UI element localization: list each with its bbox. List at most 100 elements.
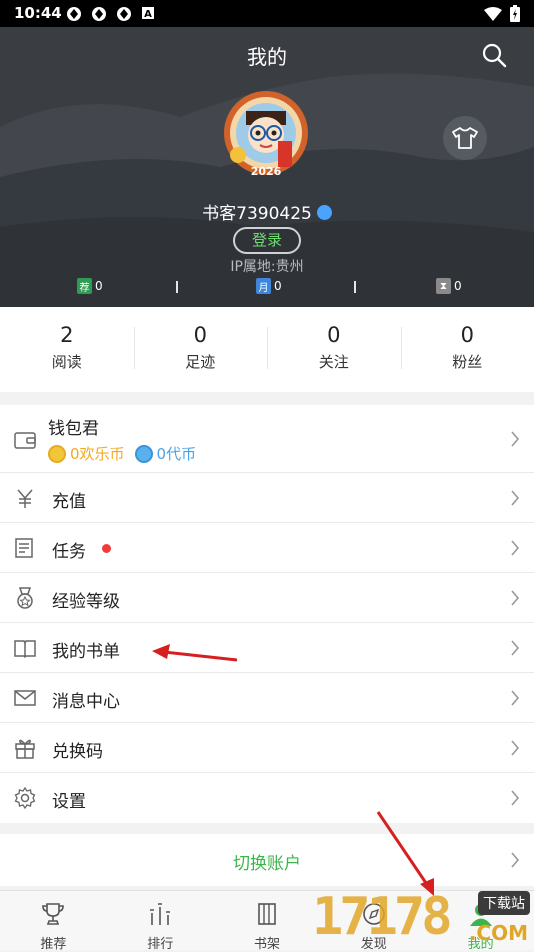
menu-item-experience-level[interactable]: 经验等级 [0, 573, 534, 623]
menu-item-settings[interactable]: 设置 [0, 773, 534, 823]
menu-item-redeem-code[interactable]: 兑换码 [0, 723, 534, 773]
avatar-year: 2026 [248, 165, 284, 178]
task-icon [14, 537, 36, 559]
dai-coin-icon [135, 445, 153, 463]
menu-label: 设置 [52, 787, 86, 812]
username-text: 书客7390425 [202, 204, 312, 224]
stat-label: 关注 [267, 351, 401, 372]
notification-icon [66, 6, 82, 22]
menu-label: 我的书单 [52, 637, 120, 662]
tab-recommend[interactable]: 推荐 [0, 891, 107, 950]
menu-label: 兑换码 [52, 737, 103, 762]
divider [354, 281, 356, 293]
notification-icon: A [141, 6, 155, 20]
menu-label: 钱包君 [48, 414, 99, 439]
gift-icon [14, 737, 36, 759]
joy-coin-balance: 0欢乐币 [70, 443, 125, 464]
watermark-domain: .COM [469, 921, 528, 945]
tab-ranking[interactable]: 排行 [107, 891, 214, 950]
username: 书客7390425 [0, 199, 534, 224]
svg-text:A: A [144, 9, 152, 20]
menu-label: 经验等级 [52, 587, 120, 612]
stats-row: 2 阅读 0 足迹 0 关注 0 粉丝 [0, 307, 534, 392]
stat-value: 2 [0, 323, 134, 347]
joy-coin-icon [48, 445, 66, 463]
watermark-text: 下载站 [478, 891, 530, 915]
monthly-ticket-icon: 月 [256, 278, 271, 294]
booklist-icon [14, 637, 36, 659]
ranking-icon [147, 901, 173, 927]
stat-value: 0 [267, 323, 401, 347]
tab-label: 排行 [107, 933, 214, 952]
tab-label: 书架 [214, 933, 321, 952]
menu-item-recharge[interactable]: 充值 [0, 473, 534, 523]
login-button[interactable]: 登录 [233, 227, 301, 254]
blade-ticket-count: 0 [454, 279, 462, 293]
recommend-ticket-icon: 荐 [77, 278, 92, 294]
notification-icon [116, 6, 132, 22]
wallet-balance: 0欢乐币 0代币 [48, 443, 196, 464]
notification-icons: A [66, 6, 155, 22]
monthly-ticket-count: 0 [274, 279, 282, 293]
gear-icon [14, 787, 36, 809]
profile-header: 我的 2026 书客7390425 登录 IP属地:贵州 荐 0 [0, 27, 534, 307]
chevron-right-icon [510, 490, 520, 506]
male-gender-icon [317, 205, 332, 220]
stat-value: 0 [134, 323, 268, 347]
chevron-right-icon [510, 431, 520, 447]
bookshelf-icon [254, 901, 280, 927]
tshirt-icon [452, 127, 478, 149]
stat-footprint[interactable]: 0 足迹 [134, 307, 268, 392]
medal-icon [14, 587, 36, 609]
status-right [484, 5, 520, 22]
yuan-icon [14, 487, 36, 509]
menu-label: 消息中心 [52, 687, 120, 712]
chevron-right-icon [510, 540, 520, 556]
recommend-ticket[interactable]: 荐 0 [77, 278, 103, 294]
chevron-right-icon [510, 640, 520, 656]
chevron-right-icon [510, 852, 520, 868]
ticket-row: 荐 0 月 0 ⧗ 0 [0, 278, 534, 296]
stat-following[interactable]: 0 关注 [267, 307, 401, 392]
blade-ticket-icon: ⧗ [436, 278, 451, 294]
menu-item-messages[interactable]: 消息中心 [0, 673, 534, 723]
stat-reading[interactable]: 2 阅读 [0, 307, 134, 392]
status-bar: 10:44 A [0, 0, 534, 27]
notification-icon [91, 6, 107, 22]
search-icon[interactable] [480, 41, 508, 69]
blade-ticket[interactable]: ⧗ 0 [436, 278, 462, 294]
wifi-icon [484, 7, 502, 21]
avatar[interactable]: 2026 [220, 85, 312, 185]
wallet-icon [14, 429, 36, 451]
menu-item-my-booklist[interactable]: 我的书单 [0, 623, 534, 673]
status-time: 10:44 [14, 4, 62, 22]
menu-item-tasks[interactable]: 任务 [0, 523, 534, 573]
chevron-right-icon [510, 740, 520, 756]
menu-label: 充值 [52, 487, 86, 512]
battery-icon [510, 5, 520, 22]
switch-account-button[interactable]: 切换账户 [0, 834, 534, 886]
tab-label: 推荐 [0, 933, 107, 952]
menu-list: 钱包君 0欢乐币 0代币 充值 任务 经验等级 我的书单 消息中心 [0, 405, 534, 823]
stat-value: 0 [401, 323, 534, 347]
recommend-ticket-count: 0 [95, 279, 103, 293]
chevron-right-icon [510, 690, 520, 706]
stat-label: 粉丝 [401, 351, 534, 372]
divider [176, 281, 178, 293]
tab-bookshelf[interactable]: 书架 [214, 891, 321, 950]
dai-coin-balance: 0代币 [157, 443, 197, 464]
unread-dot [102, 544, 111, 553]
ip-location: IP属地:贵州 [0, 256, 534, 276]
stat-label: 足迹 [134, 351, 268, 372]
page-title: 我的 [0, 41, 534, 70]
theme-skin-button[interactable] [443, 116, 487, 160]
switch-account-label: 切换账户 [0, 849, 534, 874]
stat-label: 阅读 [0, 351, 134, 372]
menu-item-wallet[interactable]: 钱包君 0欢乐币 0代币 [0, 405, 534, 473]
monthly-ticket[interactable]: 月 0 [256, 278, 282, 294]
trophy-icon [40, 901, 66, 927]
menu-label: 任务 [52, 537, 86, 562]
stat-fans[interactable]: 0 粉丝 [401, 307, 534, 392]
watermark-number: 17178 [312, 887, 449, 947]
chevron-right-icon [510, 590, 520, 606]
